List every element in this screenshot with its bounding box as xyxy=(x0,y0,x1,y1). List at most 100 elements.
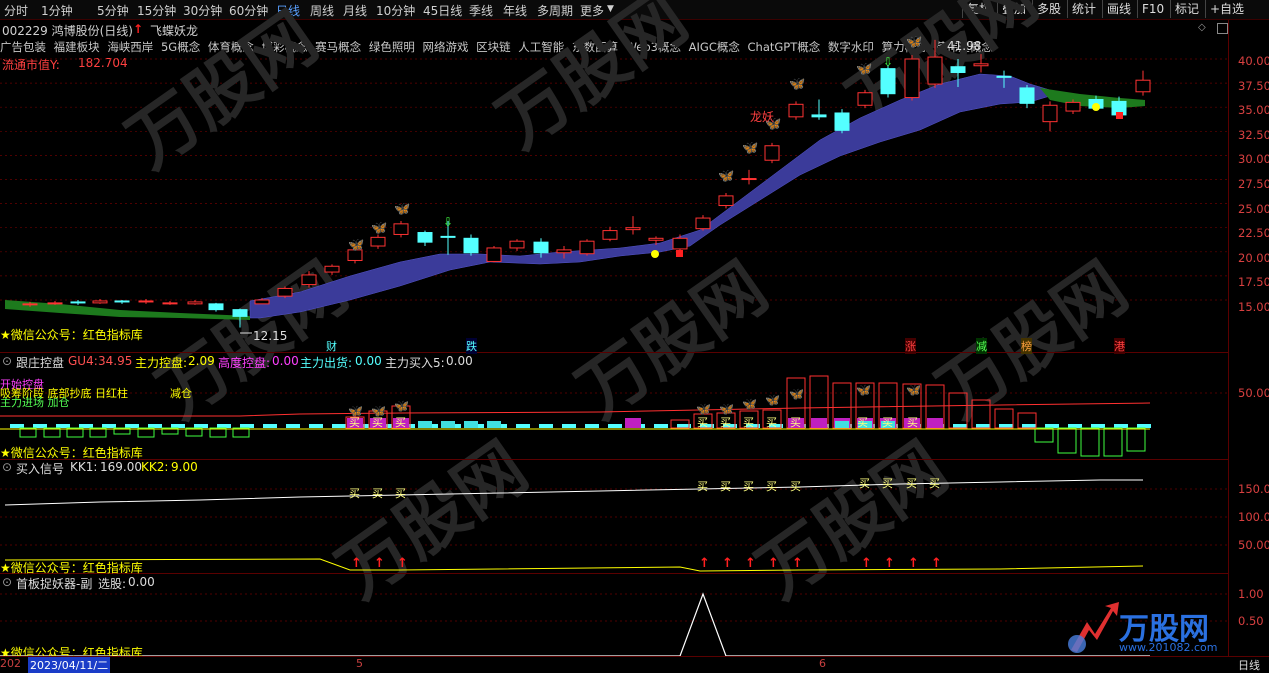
volume-bar xyxy=(562,424,576,428)
arrow-down-icon: ⇩ xyxy=(883,55,893,69)
event-tag[interactable]: 涨 xyxy=(905,338,916,354)
candle-body xyxy=(811,114,827,118)
candle-body xyxy=(927,56,943,85)
butterfly-icon: 🦋 xyxy=(856,383,871,397)
candle-body xyxy=(22,303,38,306)
candle-body xyxy=(857,92,873,106)
candle-body xyxy=(370,236,386,247)
logo-url: www.201082.com xyxy=(1119,641,1218,654)
star-icon xyxy=(651,250,659,258)
buy-signal-text: 买 xyxy=(907,416,918,429)
arrow-up-icon: ↑ xyxy=(861,556,872,571)
panel3-title[interactable]: 买入信号 xyxy=(16,460,64,477)
butterfly-icon: 🦋 xyxy=(718,169,734,184)
volume-bar xyxy=(516,424,530,428)
watermark-text: 万股网 xyxy=(323,426,542,614)
ctrl-bar xyxy=(464,421,478,428)
candle-body xyxy=(533,241,549,254)
candle-body xyxy=(973,63,989,67)
candle-body xyxy=(486,247,502,262)
collapse-icon[interactable]: ⊙ xyxy=(2,354,12,368)
price-axis-line xyxy=(1228,20,1229,658)
panel4-title[interactable]: 首板捉妖器-副 xyxy=(16,575,92,592)
buy-signal-text: 买 xyxy=(766,480,777,493)
y-tick: 20.00 xyxy=(1238,251,1269,265)
date-prefix: 202 xyxy=(0,657,21,670)
buy-signal-text: 买 xyxy=(857,416,868,429)
volume-bar xyxy=(608,424,622,428)
gu4-value: 34.95 xyxy=(98,354,133,368)
candle-body xyxy=(602,230,618,240)
main-footer: ★微信公众号：红色指标库 xyxy=(0,328,143,342)
butterfly-icon: 🦋 xyxy=(742,397,757,411)
candle-body xyxy=(162,302,178,305)
buy-signal-text: 买 xyxy=(906,477,917,490)
y-tick: 27.50 xyxy=(1238,177,1269,191)
high-price-label: 41.98 xyxy=(947,39,982,53)
out-label: 主力出货: xyxy=(300,356,353,370)
period-indicator[interactable]: 日线 xyxy=(1238,657,1260,673)
candle-body xyxy=(138,300,154,303)
panel3-footer: ★微信公众号：红色指标库 xyxy=(0,561,143,575)
candle-body xyxy=(1019,87,1035,104)
watermark-text: 万股网 xyxy=(743,426,962,614)
ctrl-bar xyxy=(487,421,501,428)
volume-bar xyxy=(1022,424,1036,428)
buy-signal-text: 买 xyxy=(790,416,801,429)
volume-bar xyxy=(217,424,231,428)
kk1-line xyxy=(4,479,1143,506)
butterfly-icon: 🦋 xyxy=(789,387,804,401)
buy-signal-text: 买 xyxy=(743,480,754,493)
cursor-date: 2023/04/11/二 xyxy=(28,657,111,673)
event-tag[interactable]: 跌 xyxy=(466,338,477,354)
volume-bar xyxy=(194,424,208,428)
y-tick: 1.00 xyxy=(1238,587,1264,601)
butterfly-icon: 🦋 xyxy=(789,77,805,92)
buy-signal-text: 买 xyxy=(395,416,406,429)
arrow-down-icon: ⇩ xyxy=(443,215,453,229)
candle-body xyxy=(741,178,757,181)
neg-bar xyxy=(1057,427,1077,454)
volume-bar xyxy=(1068,424,1082,428)
volume-bar xyxy=(999,424,1013,428)
collapse-icon[interactable]: ⊙ xyxy=(2,460,12,474)
butterfly-icon: 🦋 xyxy=(906,383,921,397)
candle-body xyxy=(996,75,1012,78)
candle-body xyxy=(70,301,86,304)
event-tag[interactable]: 财 xyxy=(326,338,337,354)
panel2-title[interactable]: 跟庄控盘 xyxy=(16,354,64,371)
volume-bar xyxy=(171,424,185,428)
ctrl-bar xyxy=(441,421,455,428)
volume-bar xyxy=(125,424,139,428)
arrow-up-icon: ↑ xyxy=(745,556,756,571)
ctrl-bar xyxy=(811,418,827,428)
butterfly-icon: 🦋 xyxy=(742,141,758,156)
legend-reduce: 减仓 xyxy=(170,387,192,400)
candle-body xyxy=(440,235,456,238)
candle-body xyxy=(1065,101,1081,112)
candle-body xyxy=(254,299,270,305)
candle-body xyxy=(187,301,203,305)
candle-body xyxy=(648,237,664,241)
y-tick: 22.50 xyxy=(1238,226,1269,240)
kk1-value: 169.00 xyxy=(100,460,142,474)
out-value: 0.00 xyxy=(355,354,382,368)
volume-bar xyxy=(953,424,967,428)
candle-body xyxy=(556,249,572,254)
kk2-label: KK2: xyxy=(141,460,169,474)
ctrl-bar xyxy=(418,421,432,428)
event-tag[interactable]: 减 xyxy=(976,338,987,354)
volume-bar xyxy=(263,424,277,428)
candle-body xyxy=(718,195,734,207)
buy-signal-text: 买 xyxy=(349,487,360,500)
event-tag[interactable]: 榜 xyxy=(1021,338,1032,354)
collapse-icon[interactable]: ⊙ xyxy=(2,575,12,589)
buy-signal-text: 买 xyxy=(372,487,383,500)
y-tick: 30.00 xyxy=(1238,152,1269,166)
candle-body xyxy=(1135,79,1151,93)
y-tick: 150.00 xyxy=(1238,482,1269,496)
panel-separator xyxy=(0,352,1228,353)
chart-canvas: 万股网万股网万股网万股网万股网万股网万股网万股网 🦋🦋🦋🦋🦋🦋🦋🦋🦋🦋买买买买买… xyxy=(0,0,1228,657)
event-tag[interactable]: 港 xyxy=(1114,338,1125,354)
candle-body xyxy=(47,302,63,305)
